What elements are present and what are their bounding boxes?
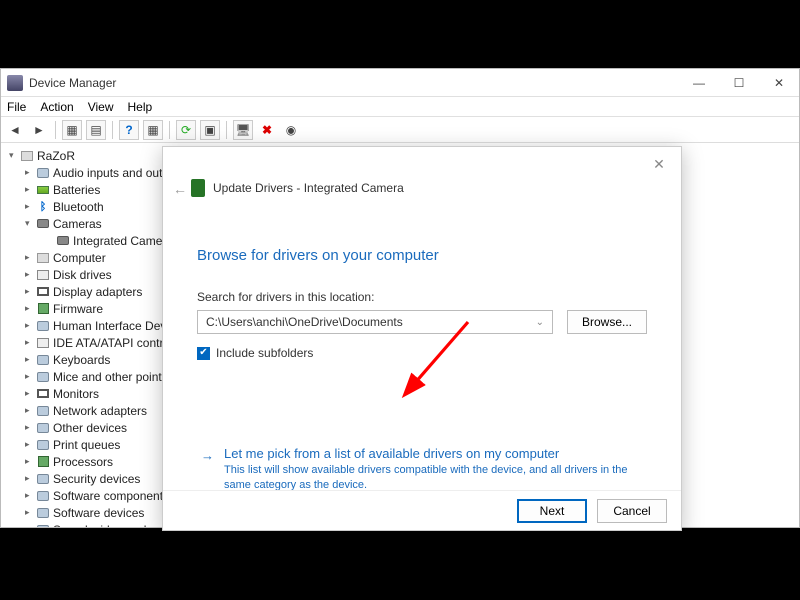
show-hidden-icon[interactable]: ▦ [62,120,82,140]
properties-icon[interactable]: ▤ [86,120,106,140]
menu-action[interactable]: Action [40,100,73,114]
toolbar: ◄ ► ▦ ▤ ? ▦ ⟳ ▣ 🖥 ✖ ◉ [1,117,799,143]
pick-option-title: Let me pick from a list of available dri… [224,446,639,461]
dialog-title: Update Drivers - Integrated Camera [213,181,404,195]
device-icon [191,179,205,197]
action-icon[interactable]: ▦ [143,120,163,140]
scan-hardware-icon[interactable]: ⟳ [176,120,196,140]
menu-view[interactable]: View [88,100,114,114]
browse-button[interactable]: Browse... [567,310,647,334]
uninstall-icon[interactable]: 🖥 [233,120,253,140]
path-value: C:\Users\anchi\OneDrive\Documents [206,315,403,329]
arrow-right-icon: → [201,448,214,493]
checkbox-checked-icon: ✔ [197,347,210,360]
titlebar: Device Manager — ☐ ✕ [1,69,799,97]
cancel-button[interactable]: Cancel [597,499,667,523]
update-driver-icon[interactable]: ▣ [200,120,220,140]
enable-icon[interactable]: ◉ [281,120,301,140]
menu-help[interactable]: Help [128,100,153,114]
dialog-heading: Browse for drivers on your computer [197,247,647,264]
search-location-label: Search for drivers in this location: [197,290,647,304]
next-button[interactable]: Next [517,499,587,523]
chevron-down-icon: ⌄ [536,317,544,328]
window-title: Device Manager [29,76,685,90]
close-button[interactable]: ✕ [765,76,793,90]
help-icon[interactable]: ? [119,120,139,140]
dialog-close-icon[interactable]: ✕ [645,153,673,175]
app-icon [7,75,23,91]
menu-file[interactable]: File [7,100,26,114]
back-icon[interactable]: ◄ [5,120,25,140]
forward-icon[interactable]: ► [29,120,49,140]
disable-icon[interactable]: ✖ [257,120,277,140]
update-drivers-dialog: ← ✕ Update Drivers - Integrated Camera B… [162,146,682,531]
include-subfolders-checkbox[interactable]: ✔ Include subfolders [197,346,647,360]
dialog-back-icon[interactable]: ← [173,181,187,197]
minimize-button[interactable]: — [685,76,713,90]
path-combobox[interactable]: C:\Users\anchi\OneDrive\Documents ⌄ [197,310,553,334]
include-subfolders-label: Include subfolders [216,346,313,360]
menubar: File Action View Help [1,97,799,117]
pick-option-description: This list will show available drivers co… [224,463,639,493]
maximize-button[interactable]: ☐ [725,76,753,90]
